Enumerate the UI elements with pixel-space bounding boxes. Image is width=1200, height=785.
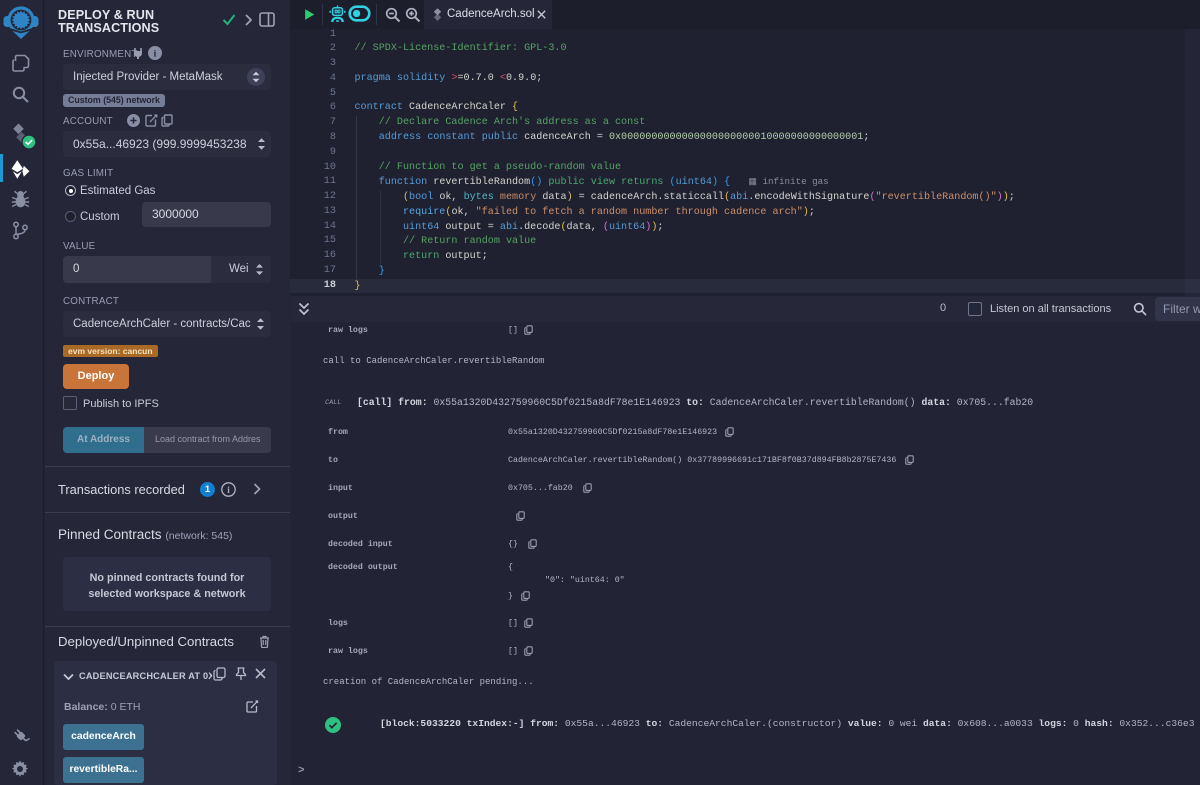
svg-text:i: i — [154, 50, 157, 60]
svg-text:i: i — [227, 485, 230, 495]
